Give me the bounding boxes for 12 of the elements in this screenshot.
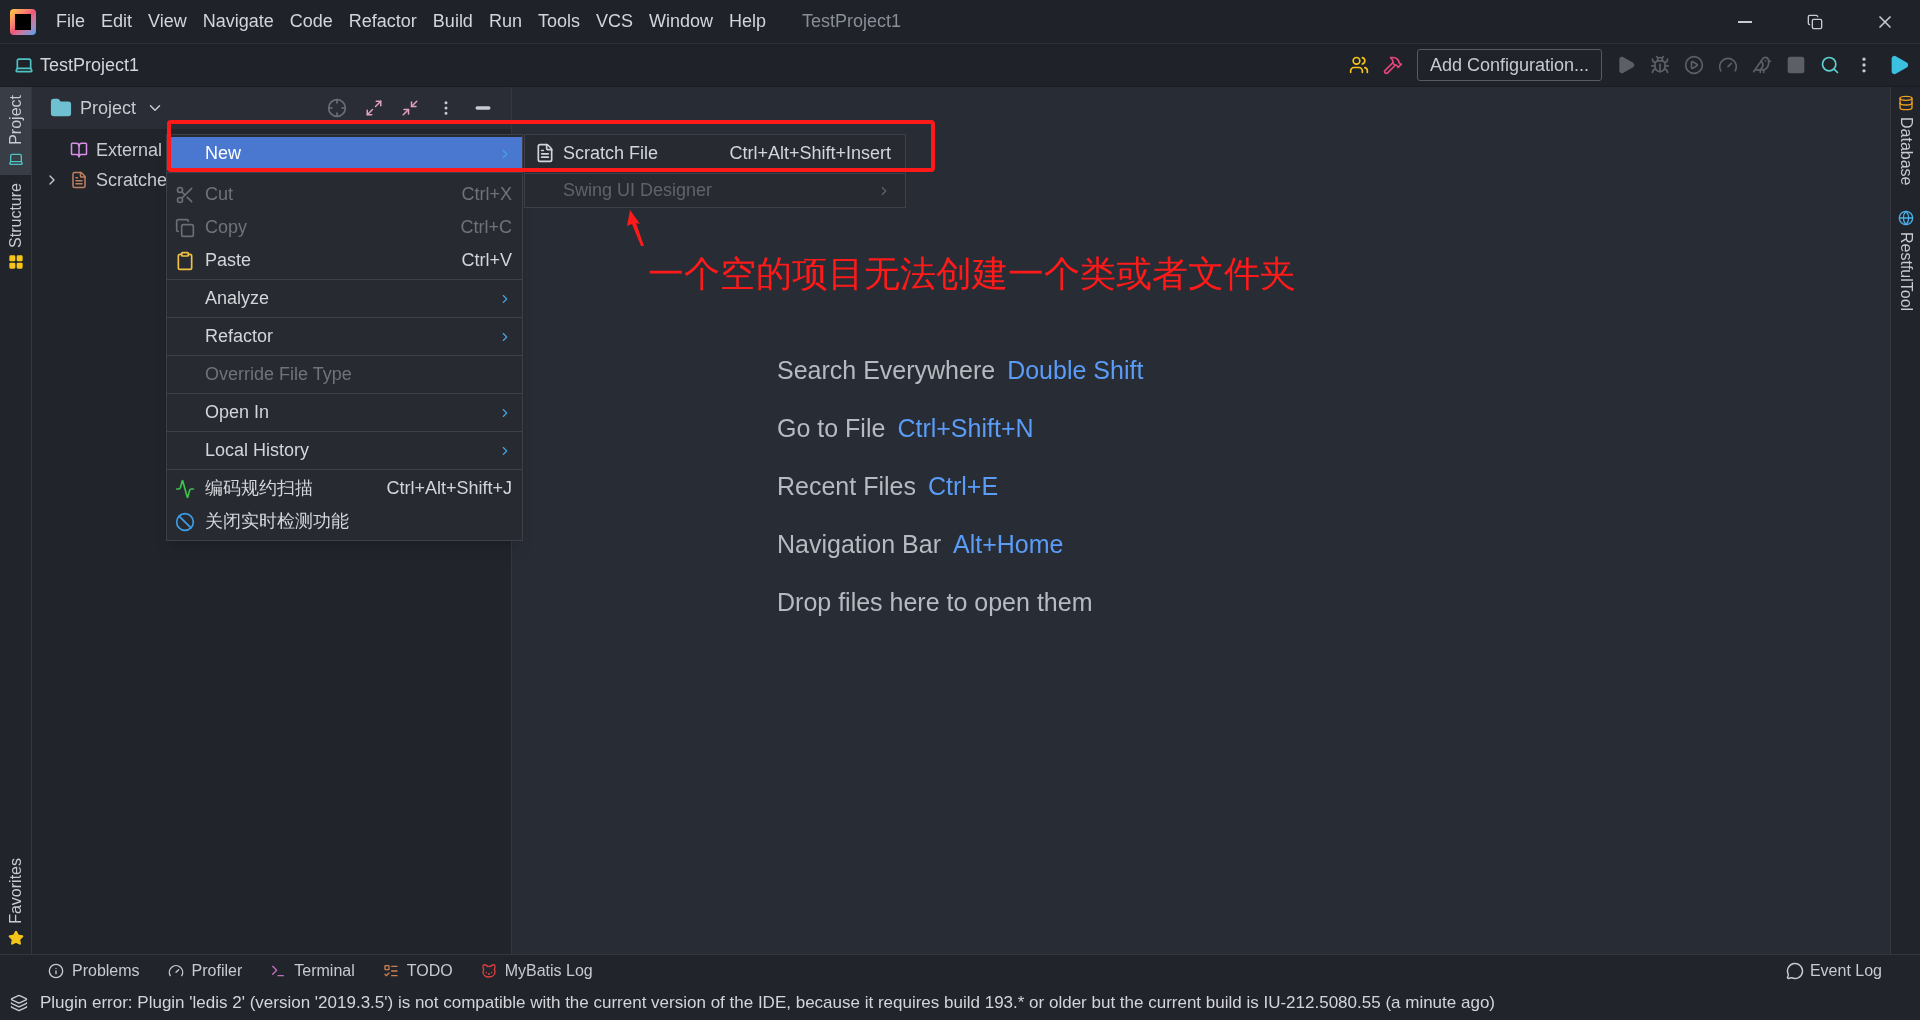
hint-label: Drop files here to open them [777,587,1093,619]
shortcut-text: Ctrl+Shift+N [897,413,1034,445]
hint-label: Navigation Bar [777,529,941,561]
shortcut-text: Double Shift [1007,355,1144,387]
hint-label: Search Everywhere [777,355,996,387]
shortcut-text: Alt+Home [953,529,1064,561]
hint-label: Recent Files [777,471,916,503]
hint-label: Go to File [777,413,886,445]
annotation-text: 一个空的项目无法创建一个类或者文件夹 [648,252,1296,296]
window-title: TestProject1 [802,10,902,33]
shortcut-text: Ctrl+E [927,471,999,503]
status-message: Plugin error: Plugin 'ledis 2' (version '2019.3.5') is not compatible with the current version of the IDE, because it requires build 193.* or older but the current build is IU-212.5080.55 (a minute ago) [40,992,1495,1015]
